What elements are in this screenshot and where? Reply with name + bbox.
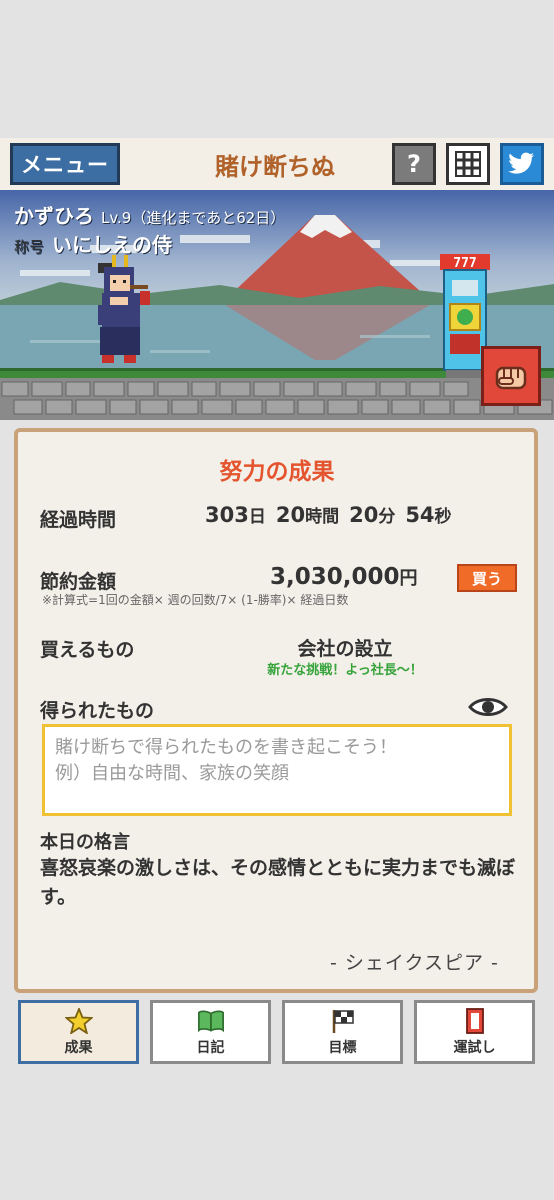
- tab-label: 運試し: [453, 1039, 496, 1056]
- gained-textarea[interactable]: 賭け断ちで得られたものを書き起こそう！ 例）自由な時間、家族の笑顔: [42, 724, 512, 816]
- character-level: Lv.9: [100, 209, 132, 227]
- menu-button[interactable]: メニュー: [10, 143, 120, 185]
- tab-luck[interactable]: 運試し: [414, 1000, 535, 1064]
- book-icon: [197, 1008, 225, 1034]
- minutes-unit: 分: [378, 507, 396, 527]
- hashtag-button[interactable]: [446, 143, 490, 185]
- tab-label: 成果: [64, 1039, 93, 1056]
- evolution-countdown: （進化まであと62日）: [131, 209, 286, 227]
- elapsed-label: 経過時間: [40, 509, 117, 531]
- days-unit: 日: [248, 507, 266, 527]
- character-title-line: 称号 いにしえの侍: [14, 229, 172, 258]
- card-title: 努力の成果: [219, 459, 335, 485]
- elapsed-minutes: 20: [349, 503, 379, 527]
- saving-unit: 円: [399, 568, 418, 589]
- svg-text:777: 777: [453, 256, 476, 271]
- seconds-unit: 秒: [434, 507, 452, 527]
- buyable-label: 買えるもの: [40, 639, 135, 661]
- elapsed-days: 303: [205, 503, 249, 527]
- gained-label: 得られたもの: [40, 700, 155, 722]
- tab-goals[interactable]: 目標: [282, 1000, 403, 1064]
- saving-amount: 3,030,000円: [270, 564, 418, 590]
- hours-unit: 時間: [305, 507, 340, 527]
- help-button[interactable]: ?: [392, 143, 436, 185]
- flag-icon: [329, 1008, 357, 1034]
- tab-label: 日記: [196, 1039, 225, 1056]
- quote-label: 本日の格言: [40, 832, 130, 853]
- eye-icon: [468, 698, 508, 716]
- app-title: 賭け断ちぬ: [215, 153, 335, 181]
- buyable-message: 新たな挑戦！よっ社長〜！: [267, 663, 423, 678]
- visibility-toggle[interactable]: [468, 695, 508, 719]
- saving-value: 3,030,000: [270, 564, 400, 590]
- punch-button[interactable]: [481, 346, 541, 406]
- quote-author: - シェイクスピア -: [330, 952, 499, 974]
- character-name-line: かずひろ Lv.9（進化まであと62日）: [14, 200, 285, 229]
- star-icon: [64, 1007, 93, 1034]
- formula-note: ※計算式=1回の金額× 週の回数/7× (1-勝率)× 経過日数: [42, 593, 349, 607]
- elapsed-time: 303日 20時間 20分 54秒: [205, 502, 462, 527]
- tab-label: 目標: [328, 1039, 357, 1056]
- tab-achievements[interactable]: 成果: [18, 1000, 139, 1064]
- hashtag-icon: [455, 151, 481, 177]
- fist-icon: [495, 366, 527, 390]
- elapsed-seconds: 54: [405, 503, 435, 527]
- title-value: いにしえの侍: [52, 233, 173, 257]
- tab-diary[interactable]: 日記: [150, 1000, 271, 1064]
- elapsed-hours: 20: [275, 503, 306, 527]
- saving-label: 節約金額: [40, 571, 117, 593]
- character-name: かずひろ: [14, 204, 94, 228]
- quote-text: 喜怒哀楽の激しさは、その感情とともに実力までも滅ぼす。: [40, 857, 516, 908]
- title-label: 称号: [14, 238, 45, 256]
- buy-button[interactable]: 買う: [457, 564, 517, 592]
- card-icon: [461, 1007, 489, 1034]
- twitter-button[interactable]: [500, 143, 544, 185]
- twitter-bird-icon: [508, 152, 534, 174]
- buyable-item: 会社の設立: [297, 638, 393, 660]
